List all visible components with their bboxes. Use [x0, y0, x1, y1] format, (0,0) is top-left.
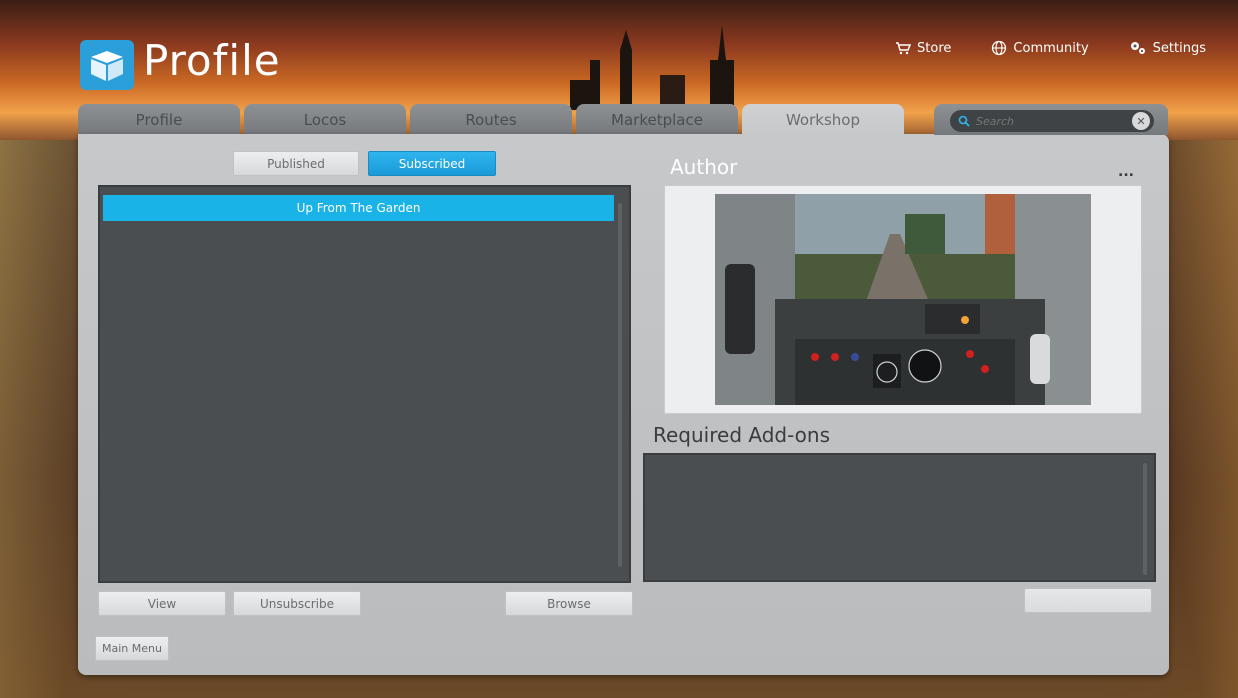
tab-locos[interactable]: Locos	[244, 104, 406, 135]
logo-icon	[80, 40, 134, 90]
browse-button[interactable]: Browse	[505, 591, 633, 616]
required-addons-title: Required Add-ons	[653, 423, 831, 447]
buy-addons-button[interactable]: Buy Add-ons	[1024, 588, 1152, 613]
clear-search-icon[interactable]: ✕	[1132, 112, 1150, 130]
tab-marketplace[interactable]: Marketplace	[576, 104, 738, 135]
skyline-silhouette	[570, 25, 734, 110]
subscribed-button[interactable]: Subscribed	[368, 151, 496, 176]
settings-link[interactable]: Settings	[1129, 40, 1206, 56]
published-button[interactable]: Published	[233, 151, 359, 176]
view-button[interactable]: View	[98, 591, 226, 616]
list-scroll-thumb[interactable]	[618, 203, 622, 567]
search-bar: ✕	[950, 110, 1154, 132]
community-label: Community	[1013, 40, 1089, 56]
store-link[interactable]: Store	[895, 40, 951, 56]
train-cab-screenshot	[715, 194, 1091, 405]
steam-workshop-box-icon	[91, 51, 123, 81]
search-input[interactable]	[974, 113, 1128, 129]
community-link[interactable]: Community	[991, 40, 1089, 56]
tab-workshop[interactable]: Workshop	[742, 104, 904, 135]
subscribed-list: Up From The Garden	[98, 185, 631, 583]
more-options-button[interactable]: ...	[1118, 164, 1134, 180]
cart-icon	[896, 42, 912, 55]
addons-scrollbar[interactable]	[1143, 463, 1147, 575]
globe-icon	[992, 40, 1007, 56]
settings-label: Settings	[1152, 40, 1206, 56]
list-scrollbar[interactable]	[618, 203, 622, 567]
preview-frame	[664, 185, 1142, 414]
required-addons-list	[643, 453, 1156, 582]
unsubscribe-button[interactable]: Unsubscribe	[233, 591, 361, 616]
gears-icon	[1130, 42, 1145, 54]
search-icon	[958, 115, 970, 127]
cab-view-preview-image	[715, 194, 1091, 405]
page-title: Profile	[143, 36, 281, 85]
store-label: Store	[917, 40, 952, 56]
top-navigation: Store Community Settings	[895, 40, 1206, 56]
addons-scroll-thumb[interactable]	[1143, 463, 1147, 575]
search-tab: ✕	[934, 104, 1168, 135]
tab-profile[interactable]: Profile	[78, 104, 240, 135]
main-menu-button[interactable]: Main Menu	[95, 636, 169, 661]
author-title: Author	[670, 155, 738, 179]
tab-routes[interactable]: Routes	[410, 104, 572, 135]
list-item[interactable]: Up From The Garden	[103, 195, 614, 221]
